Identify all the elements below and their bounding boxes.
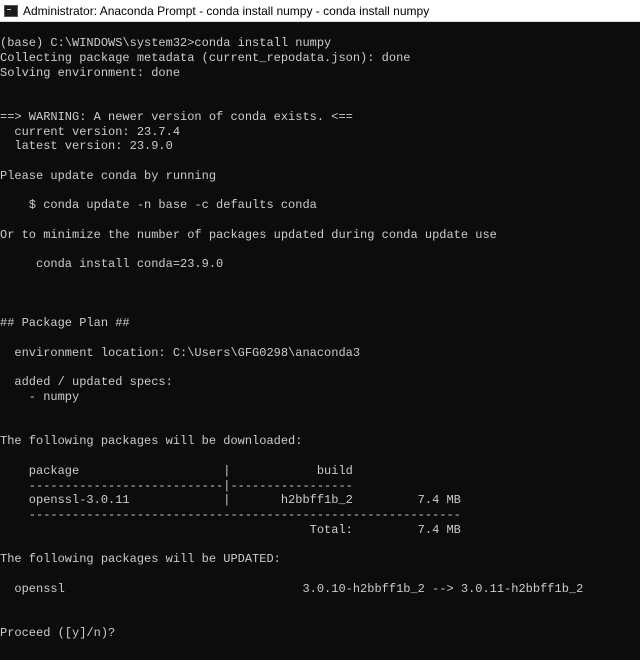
console-window-icon[interactable] bbox=[4, 4, 18, 17]
console-line: Solving environment: done bbox=[0, 65, 181, 80]
console-line: The following packages will be UPDATED: bbox=[0, 552, 281, 567]
console-line: latest version: 23.9.0 bbox=[0, 139, 173, 154]
console-line: Total: 7.4 MB bbox=[0, 522, 461, 537]
console-line: conda install conda=23.9.0 bbox=[0, 257, 224, 272]
console-line: current version: 23.7.4 bbox=[0, 124, 181, 139]
console-line: Please update conda by running bbox=[0, 168, 217, 183]
console-line: openssl-3.0.11 | h2bbff1b_2 7.4 MB bbox=[0, 493, 461, 508]
console-line: (base) C:\WINDOWS\system32>conda install… bbox=[0, 36, 332, 50]
console-line: environment location: C:\Users\GFG0298\a… bbox=[0, 345, 361, 360]
console-line: The following packages will be downloade… bbox=[0, 434, 303, 449]
console-line: $ conda update -n base -c defaults conda bbox=[0, 198, 317, 213]
console-line: ## Package Plan ## bbox=[0, 316, 130, 331]
console-line: openssl 3.0.10-h2bbff1b_2 --> 3.0.11-h2b… bbox=[0, 581, 584, 596]
window-title: Administrator: Anaconda Prompt - conda i… bbox=[23, 3, 430, 18]
title-bar[interactable]: Administrator: Anaconda Prompt - conda i… bbox=[0, 0, 640, 22]
console-line: added / updated specs: bbox=[0, 375, 173, 390]
console-line: ==> WARNING: A newer version of conda ex… bbox=[0, 109, 353, 124]
console-output[interactable]: (base) C:\WINDOWS\system32>conda install… bbox=[0, 36, 640, 641]
console-line: Or to minimize the number of packages up… bbox=[0, 227, 497, 242]
console-line: Collecting package metadata (current_rep… bbox=[0, 50, 411, 65]
anaconda-prompt-window: Administrator: Anaconda Prompt - conda i… bbox=[0, 0, 640, 660]
console-line: - numpy bbox=[0, 390, 80, 404]
console-line: ---------------------------|------------… bbox=[0, 478, 353, 493]
console-line: ----------------------------------------… bbox=[0, 508, 461, 522]
console-line: package | build bbox=[0, 463, 353, 478]
console-line: Proceed ([y]/n)? bbox=[0, 626, 116, 640]
